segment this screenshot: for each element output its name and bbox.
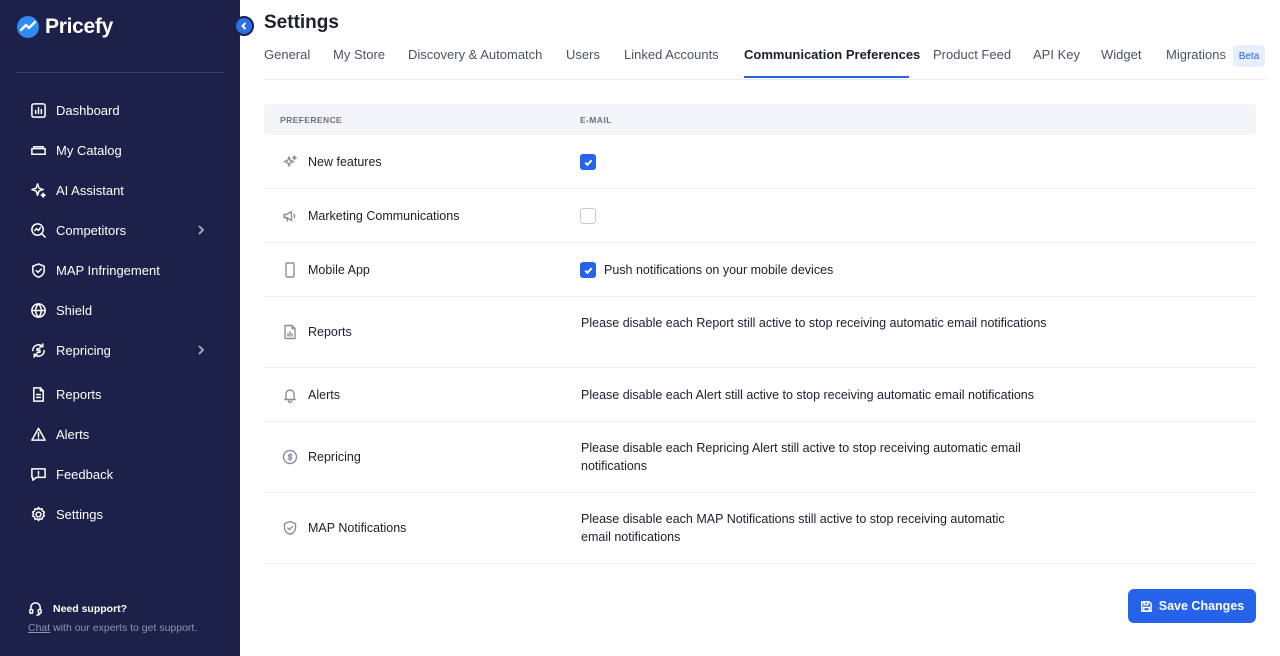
preference-label: New features (308, 155, 382, 169)
save-icon (1140, 600, 1152, 612)
sidebar-item-label: Settings (56, 506, 103, 522)
sidebar-item-ai-assistant[interactable]: AI Assistant (16, 172, 224, 208)
table-header: PREFERENCE E-MAIL (264, 104, 1256, 135)
sidebar-item-label: Competitors (56, 222, 127, 238)
report-icon (281, 323, 299, 341)
sidebar-item-settings[interactable]: Settings (16, 496, 224, 532)
chat-link[interactable]: Chat (28, 622, 50, 634)
sidebar-item-shield[interactable]: Shield (16, 292, 224, 328)
page-title: Settings (264, 12, 339, 33)
globe-icon (29, 301, 47, 319)
beta-badge: Beta (1233, 45, 1265, 67)
chevron-left-icon (241, 22, 247, 30)
headset-icon (29, 602, 42, 616)
map-notifications-description: Please disable each MAP Notifications st… (581, 512, 1005, 544)
sidebar-item-label: Dashboard (56, 102, 120, 118)
app-name: Pricefy (45, 15, 113, 38)
feedback-icon (29, 465, 47, 483)
sidebar-divider (16, 72, 224, 73)
repricing-icon (281, 448, 299, 466)
sidebar-item-label: Feedback (56, 466, 114, 482)
chevron-right-icon (194, 343, 208, 357)
checkmark-icon (584, 159, 592, 166)
report-icon (29, 385, 47, 403)
preference-label: Mobile App (308, 263, 370, 277)
tab-migrations[interactable]: Migrations (1166, 47, 1226, 62)
table-row: Repricing Please disable each Repricing … (264, 422, 1256, 493)
preference-label: Marketing Communications (308, 209, 460, 223)
mobile-app-description: Push notifications on your mobile device… (604, 263, 834, 277)
collapse-sidebar-button[interactable] (234, 16, 254, 36)
new-features-email-checkbox[interactable] (580, 154, 596, 170)
sidebar-item-feedback[interactable]: Feedback (16, 456, 224, 492)
tab-widget[interactable]: Widget (1101, 47, 1141, 62)
repricing-icon (29, 341, 47, 359)
sidebar-item-my-catalog[interactable]: My Catalog (16, 132, 224, 168)
sidebar-item-label: Repricing (56, 342, 111, 358)
sparkle-icon (29, 181, 47, 199)
alerts-description: Please disable each Alert still active t… (581, 388, 1035, 402)
table-row: New features (264, 135, 1256, 189)
settings-tabs: General My Store Discovery & Automatch U… (264, 44, 1266, 80)
sidebar-item-label: MAP Infringement (56, 262, 160, 278)
tab-product-feed[interactable]: Product Feed (933, 47, 1011, 62)
tab-api-key[interactable]: API Key (1033, 47, 1080, 62)
column-header-email: E-MAIL (580, 115, 612, 125)
tab-general[interactable]: General (264, 47, 310, 62)
support-text: Chat with our experts to get support. (28, 622, 198, 634)
sidebar-item-label: My Catalog (56, 142, 122, 158)
table-row: Mobile App Push notifications on your mo… (264, 243, 1256, 297)
bell-icon (281, 386, 299, 404)
active-tab-indicator (744, 76, 909, 78)
sidebar-item-label: AI Assistant (56, 182, 124, 198)
marketing-communications-email-checkbox[interactable] (580, 208, 596, 224)
gear-icon (29, 505, 47, 523)
shield-check-icon (281, 519, 299, 537)
mobile-app-push-checkbox[interactable] (580, 262, 596, 278)
sidebar-item-label: Alerts (56, 426, 90, 442)
save-button-label: Save Changes (1158, 599, 1245, 613)
preferences-table: PREFERENCE E-MAIL New features Marketing… (264, 104, 1256, 564)
sidebar-item-repricing[interactable]: Repricing (16, 332, 224, 368)
column-header-preference: PREFERENCE (280, 115, 343, 125)
tab-communication-preferences[interactable]: Communication Preferences (744, 47, 920, 62)
sidebar: Pricefy Dashboard My Catalog AI Assistan… (0, 0, 240, 656)
tab-my-store[interactable]: My Store (333, 47, 385, 62)
sidebar-item-label: Shield (56, 302, 93, 318)
pricefy-logo-icon (17, 16, 39, 38)
reports-description: Please disable each Report still active … (581, 316, 1047, 330)
sparkle-icon (281, 153, 299, 171)
shield-check-icon (29, 261, 47, 279)
save-changes-button[interactable]: Save Changes (1128, 589, 1256, 623)
tab-discovery-automatch[interactable]: Discovery & Automatch (408, 47, 542, 62)
preference-label: Reports (308, 325, 352, 339)
mobile-icon (281, 261, 299, 279)
competitors-icon (29, 221, 47, 239)
catalog-icon (29, 141, 47, 159)
table-row: Marketing Communications (264, 189, 1256, 243)
table-row: Alerts Please disable each Alert still a… (264, 368, 1256, 422)
preference-label: Alerts (308, 388, 340, 402)
table-row: Reports Please disable each Report still… (264, 297, 1256, 368)
sidebar-item-map-infringement[interactable]: MAP Infringement (16, 252, 224, 288)
preference-label: Repricing (308, 450, 361, 464)
support-title: Need support? (28, 601, 197, 616)
table-row: MAP Notifications Please disable each MA… (264, 493, 1256, 564)
alert-triangle-icon (29, 425, 47, 443)
sidebar-item-competitors[interactable]: Competitors (16, 212, 224, 248)
checkmark-icon (584, 267, 592, 274)
support-box: Need support? Chat with our experts to g… (28, 601, 197, 634)
tab-linked-accounts[interactable]: Linked Accounts (624, 47, 719, 62)
sidebar-item-dashboard[interactable]: Dashboard (16, 92, 224, 128)
tab-users[interactable]: Users (566, 47, 600, 62)
sidebar-item-reports[interactable]: Reports (16, 376, 224, 412)
repricing-description: Please disable each Repricing Alert stil… (581, 441, 1021, 473)
sidebar-item-label: Reports (56, 386, 102, 402)
chevron-right-icon (194, 223, 208, 237)
megaphone-icon (281, 207, 299, 225)
preference-label: MAP Notifications (308, 521, 407, 535)
sidebar-item-alerts[interactable]: Alerts (16, 416, 224, 452)
dashboard-icon (29, 101, 47, 119)
logo[interactable]: Pricefy (16, 15, 113, 39)
